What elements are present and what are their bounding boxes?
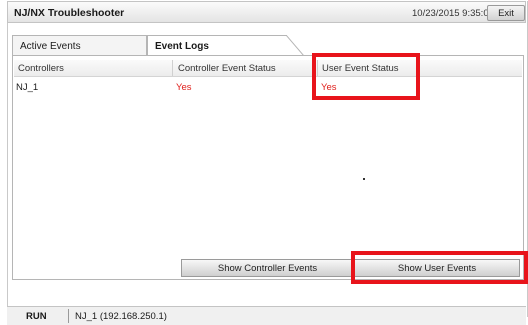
tab-label: Event Logs: [155, 41, 209, 52]
status-divider: [68, 309, 69, 323]
run-mode-indicator: RUN: [26, 311, 47, 322]
status-bar: RUN NJ_1 (192.168.250.1): [7, 306, 526, 325]
controller-address: NJ_1 (192.168.250.1): [75, 311, 167, 322]
stray-dot: [363, 178, 365, 180]
highlight-box-user-event-status: [312, 53, 420, 100]
tab-active-events[interactable]: Active Events: [12, 35, 147, 55]
grid-header: Controllers Controller Event Status User…: [14, 60, 522, 77]
column-header-controller-event-status[interactable]: Controller Event Status: [178, 63, 276, 74]
show-controller-events-button[interactable]: Show Controller Events: [181, 259, 354, 277]
exit-button[interactable]: Exit: [487, 5, 525, 21]
tab-label: Active Events: [20, 41, 81, 52]
column-header-controllers[interactable]: Controllers: [18, 63, 64, 74]
cell-controller-event-status: Yes: [176, 82, 192, 93]
tab-event-logs[interactable]: Event Logs: [147, 35, 304, 56]
column-divider[interactable]: [172, 60, 173, 76]
tab-slant-edge: [286, 35, 304, 56]
tab-strip: Active Events Event Logs: [12, 35, 524, 56]
title-bar: NJ/NX Troubleshooter 10/23/2015 9:35:09 …: [7, 1, 526, 23]
app-title: NJ/NX Troubleshooter: [14, 7, 125, 19]
event-logs-panel: Controllers Controller Event Status User…: [12, 55, 524, 280]
cell-controller: NJ_1: [16, 82, 39, 93]
highlight-box-show-user-events: [351, 251, 528, 284]
